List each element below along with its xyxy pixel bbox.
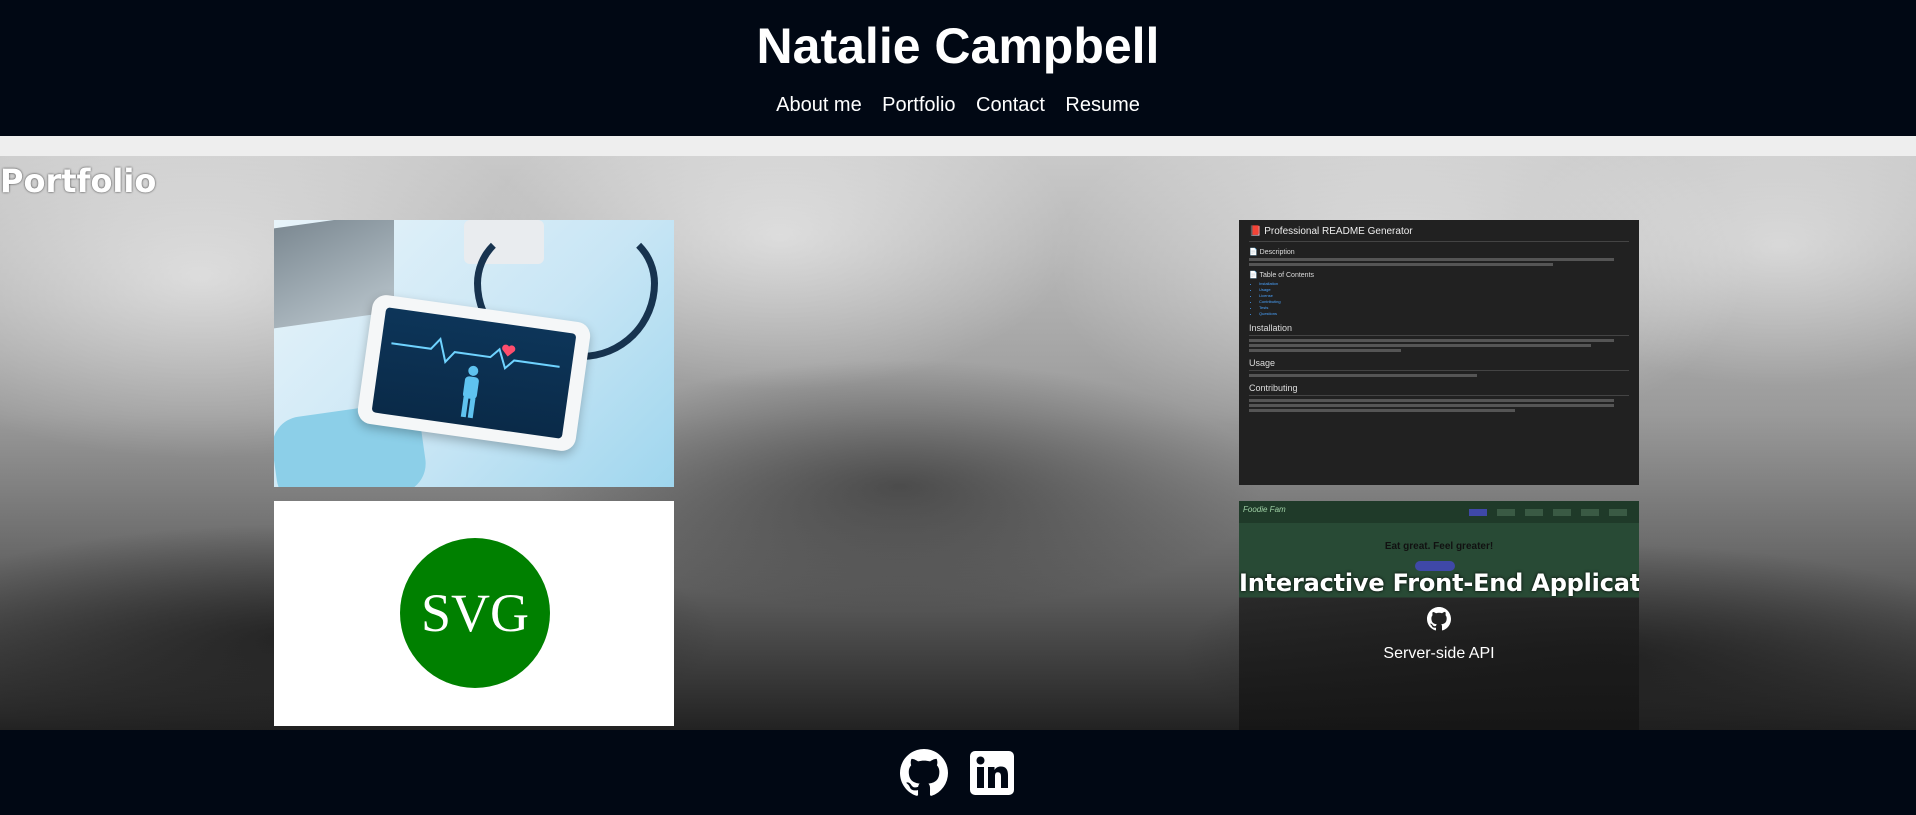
svg-logo: SVG (400, 538, 550, 688)
linkedin-icon[interactable] (968, 749, 1016, 797)
human-figure-icon (460, 365, 479, 419)
project-card-interactive-app[interactable]: Foodie Fam Eat great. Feel greater! Inte… (1239, 501, 1639, 730)
screenshot-navbar: Foodie Fam (1239, 501, 1639, 523)
nav-portfolio[interactable]: Portfolio (882, 94, 955, 117)
screenshot-nav-pill (1469, 509, 1487, 516)
portfolio-heading: Portfolio (0, 162, 157, 200)
screenshot-nav-pill (1581, 509, 1599, 516)
readme-usage-heading: Usage (1249, 358, 1629, 371)
readme-text-line (1249, 344, 1591, 347)
readme-installation-heading: Installation (1249, 323, 1629, 336)
screenshot-nav-pill (1525, 509, 1543, 516)
nav-about-me[interactable]: About me (776, 94, 862, 117)
site-title: Natalie Campbell (756, 18, 1160, 74)
nav-resume[interactable]: Resume (1065, 94, 1139, 117)
readme-text-line (1249, 409, 1515, 412)
readme-text-line (1249, 374, 1477, 377)
readme-title: 📕 Professional README Generator (1249, 226, 1629, 242)
readme-toc-list: Installation Usage License Contributing … (1259, 281, 1629, 317)
github-icon[interactable] (1427, 607, 1451, 631)
project-card-readme-generator[interactable]: 📕 Professional README Generator 📄 Descri… (1239, 220, 1639, 485)
readme-description-heading: 📄 Description (1249, 249, 1295, 256)
readme-text-line (1249, 258, 1614, 261)
screenshot-nav-pill (1553, 509, 1571, 516)
project-card-health-image[interactable] (274, 220, 674, 487)
screenshot-nav-pill (1497, 509, 1515, 516)
readme-toc-item[interactable]: Questions (1259, 311, 1629, 317)
readme-text-line (1249, 263, 1553, 266)
screenshot-nav-pill (1609, 509, 1627, 516)
readme-contributing-heading: Contributing (1249, 383, 1629, 396)
readme-text-line (1249, 339, 1614, 342)
readme-text-line (1249, 399, 1614, 402)
readme-text-line (1249, 349, 1401, 352)
main-nav: About me Portfolio Contact Resume (0, 94, 1916, 117)
github-icon[interactable] (900, 748, 948, 797)
site-header: Natalie Campbell About me Portfolio Cont… (0, 0, 1916, 136)
readme-toc-heading: 📄 Table of Contents (1249, 272, 1315, 279)
header-divider (0, 136, 1916, 156)
project-card-svg-logo[interactable]: SVG (274, 501, 674, 726)
readme-text-line (1249, 404, 1614, 407)
tablet-screen (371, 307, 577, 439)
project-subtitle: Server-side API (1383, 645, 1495, 662)
portfolio-section: Portfolio SVG 📕 Professional README Gene… (0, 156, 1916, 730)
heart-icon (502, 344, 516, 357)
screenshot-tagline: Eat great. Feel greater! (1384, 541, 1494, 552)
project-title: Interactive Front-End Application (1239, 569, 1639, 597)
site-footer (0, 730, 1916, 815)
nav-contact[interactable]: Contact (976, 94, 1045, 117)
screenshot-brand: Foodie Fam (1243, 505, 1286, 514)
